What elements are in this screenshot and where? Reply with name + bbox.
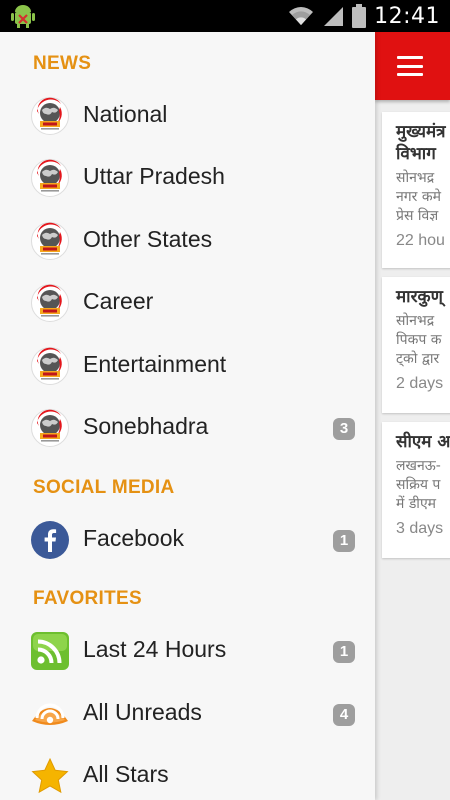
unread-count-badge: 1 xyxy=(333,641,355,663)
drawer-item-all-unreads[interactable]: All Unreads 4 xyxy=(0,685,375,741)
drawer-item-label: Sonebhadra xyxy=(83,413,209,439)
feed-logo-icon xyxy=(31,347,69,385)
article-snippet: लखनऊ- xyxy=(396,458,441,474)
feed-logo-icon xyxy=(31,97,69,135)
section-header-favorites: FAVORITES xyxy=(33,588,142,609)
drawer-item-all-stars[interactable]: All Stars xyxy=(0,747,375,800)
article-snippet: ट्को द्वार xyxy=(396,351,440,367)
feed-logo-icon xyxy=(31,222,69,260)
feed-logo-icon xyxy=(31,284,69,322)
article-card[interactable]: सीएम अ लखनऊ- सक्रिय प में डीएम 3 days xyxy=(382,422,450,558)
drawer-item-other-states[interactable]: Other States xyxy=(0,212,375,268)
facebook-icon xyxy=(31,521,69,559)
drawer-item-entertainment[interactable]: Entertainment xyxy=(0,337,375,393)
drawer-item-facebook[interactable]: Facebook 1 xyxy=(0,511,375,567)
drawer-item-label: Last 24 Hours xyxy=(83,636,227,662)
drawer-item-label: Entertainment xyxy=(83,351,227,377)
article-snippet: पिकप क xyxy=(396,332,442,348)
app-bar xyxy=(375,32,450,100)
navigation-drawer: NEWS National Uttar Pradesh Other States… xyxy=(0,32,375,800)
star-icon xyxy=(31,757,69,794)
drawer-item-label: National xyxy=(83,101,168,127)
feed-logo-icon xyxy=(31,159,69,197)
drawer-item-career[interactable]: Career xyxy=(0,274,375,330)
drawer-item-label: All Unreads xyxy=(83,699,202,725)
rss-icon xyxy=(31,632,69,670)
drawer-item-uttar-pradesh[interactable]: Uttar Pradesh xyxy=(0,149,375,205)
article-snippet: नगर कमे xyxy=(396,189,441,205)
drawer-item-label: Facebook xyxy=(83,525,185,551)
drawer-item-label: Other States xyxy=(83,226,213,252)
battery-icon xyxy=(352,4,367,28)
section-header-social-media: SOCIAL MEDIA xyxy=(33,477,175,498)
drawer-item-label: Uttar Pradesh xyxy=(83,163,225,189)
drawer-item-last-24-hours[interactable]: Last 24 Hours 1 xyxy=(0,622,375,678)
article-snippet: प्रेस विज्ञ xyxy=(396,208,439,224)
section-header-news: NEWS xyxy=(33,53,92,74)
article-snippet: सक्रिय प xyxy=(396,477,441,493)
hamburger-menu-icon[interactable] xyxy=(397,56,423,76)
drawer-item-sonebhadra[interactable]: Sonebhadra 3 xyxy=(0,399,375,455)
article-title: सीएम अ xyxy=(396,432,450,452)
unread-count-badge: 4 xyxy=(333,704,355,726)
status-bar: 12:41 xyxy=(0,0,450,32)
unread-count-badge: 3 xyxy=(333,418,355,440)
article-snippet: में डीएम xyxy=(396,496,437,512)
drawer-item-national[interactable]: National xyxy=(0,87,375,143)
feed-logo-icon xyxy=(31,409,69,447)
drawer-item-label: Career xyxy=(83,288,154,314)
article-title: विभाग xyxy=(396,144,436,164)
article-card[interactable]: मुख्यमंत्र विभाग सोनभद्र नगर कमे प्रेस व… xyxy=(382,112,450,268)
unread-count-badge: 1 xyxy=(333,530,355,552)
article-title: मुख्यमंत्र xyxy=(396,122,446,142)
article-snippet: सोनभद्र xyxy=(396,313,435,329)
article-card[interactable]: मारकुण् सोनभद्र पिकप क ट्को द्वार 2 days xyxy=(382,277,450,413)
drawer-item-label: All Stars xyxy=(83,761,169,787)
article-timestamp: 22 hou xyxy=(396,232,445,249)
article-timestamp: 3 days xyxy=(396,520,444,537)
article-title: मारकुण् xyxy=(396,287,443,307)
article-snippet: सोनभद्र xyxy=(396,170,435,186)
article-list-pane: मुख्यमंत्र विभाग सोनभद्र नगर कमे प्रेस व… xyxy=(375,32,450,800)
article-timestamp: 2 days xyxy=(396,375,444,392)
debug-android-icon xyxy=(11,5,35,28)
unread-rss-icon xyxy=(32,703,68,725)
signal-icon xyxy=(324,7,344,26)
status-time: 12:41 xyxy=(374,3,440,29)
wifi-icon xyxy=(289,7,314,25)
